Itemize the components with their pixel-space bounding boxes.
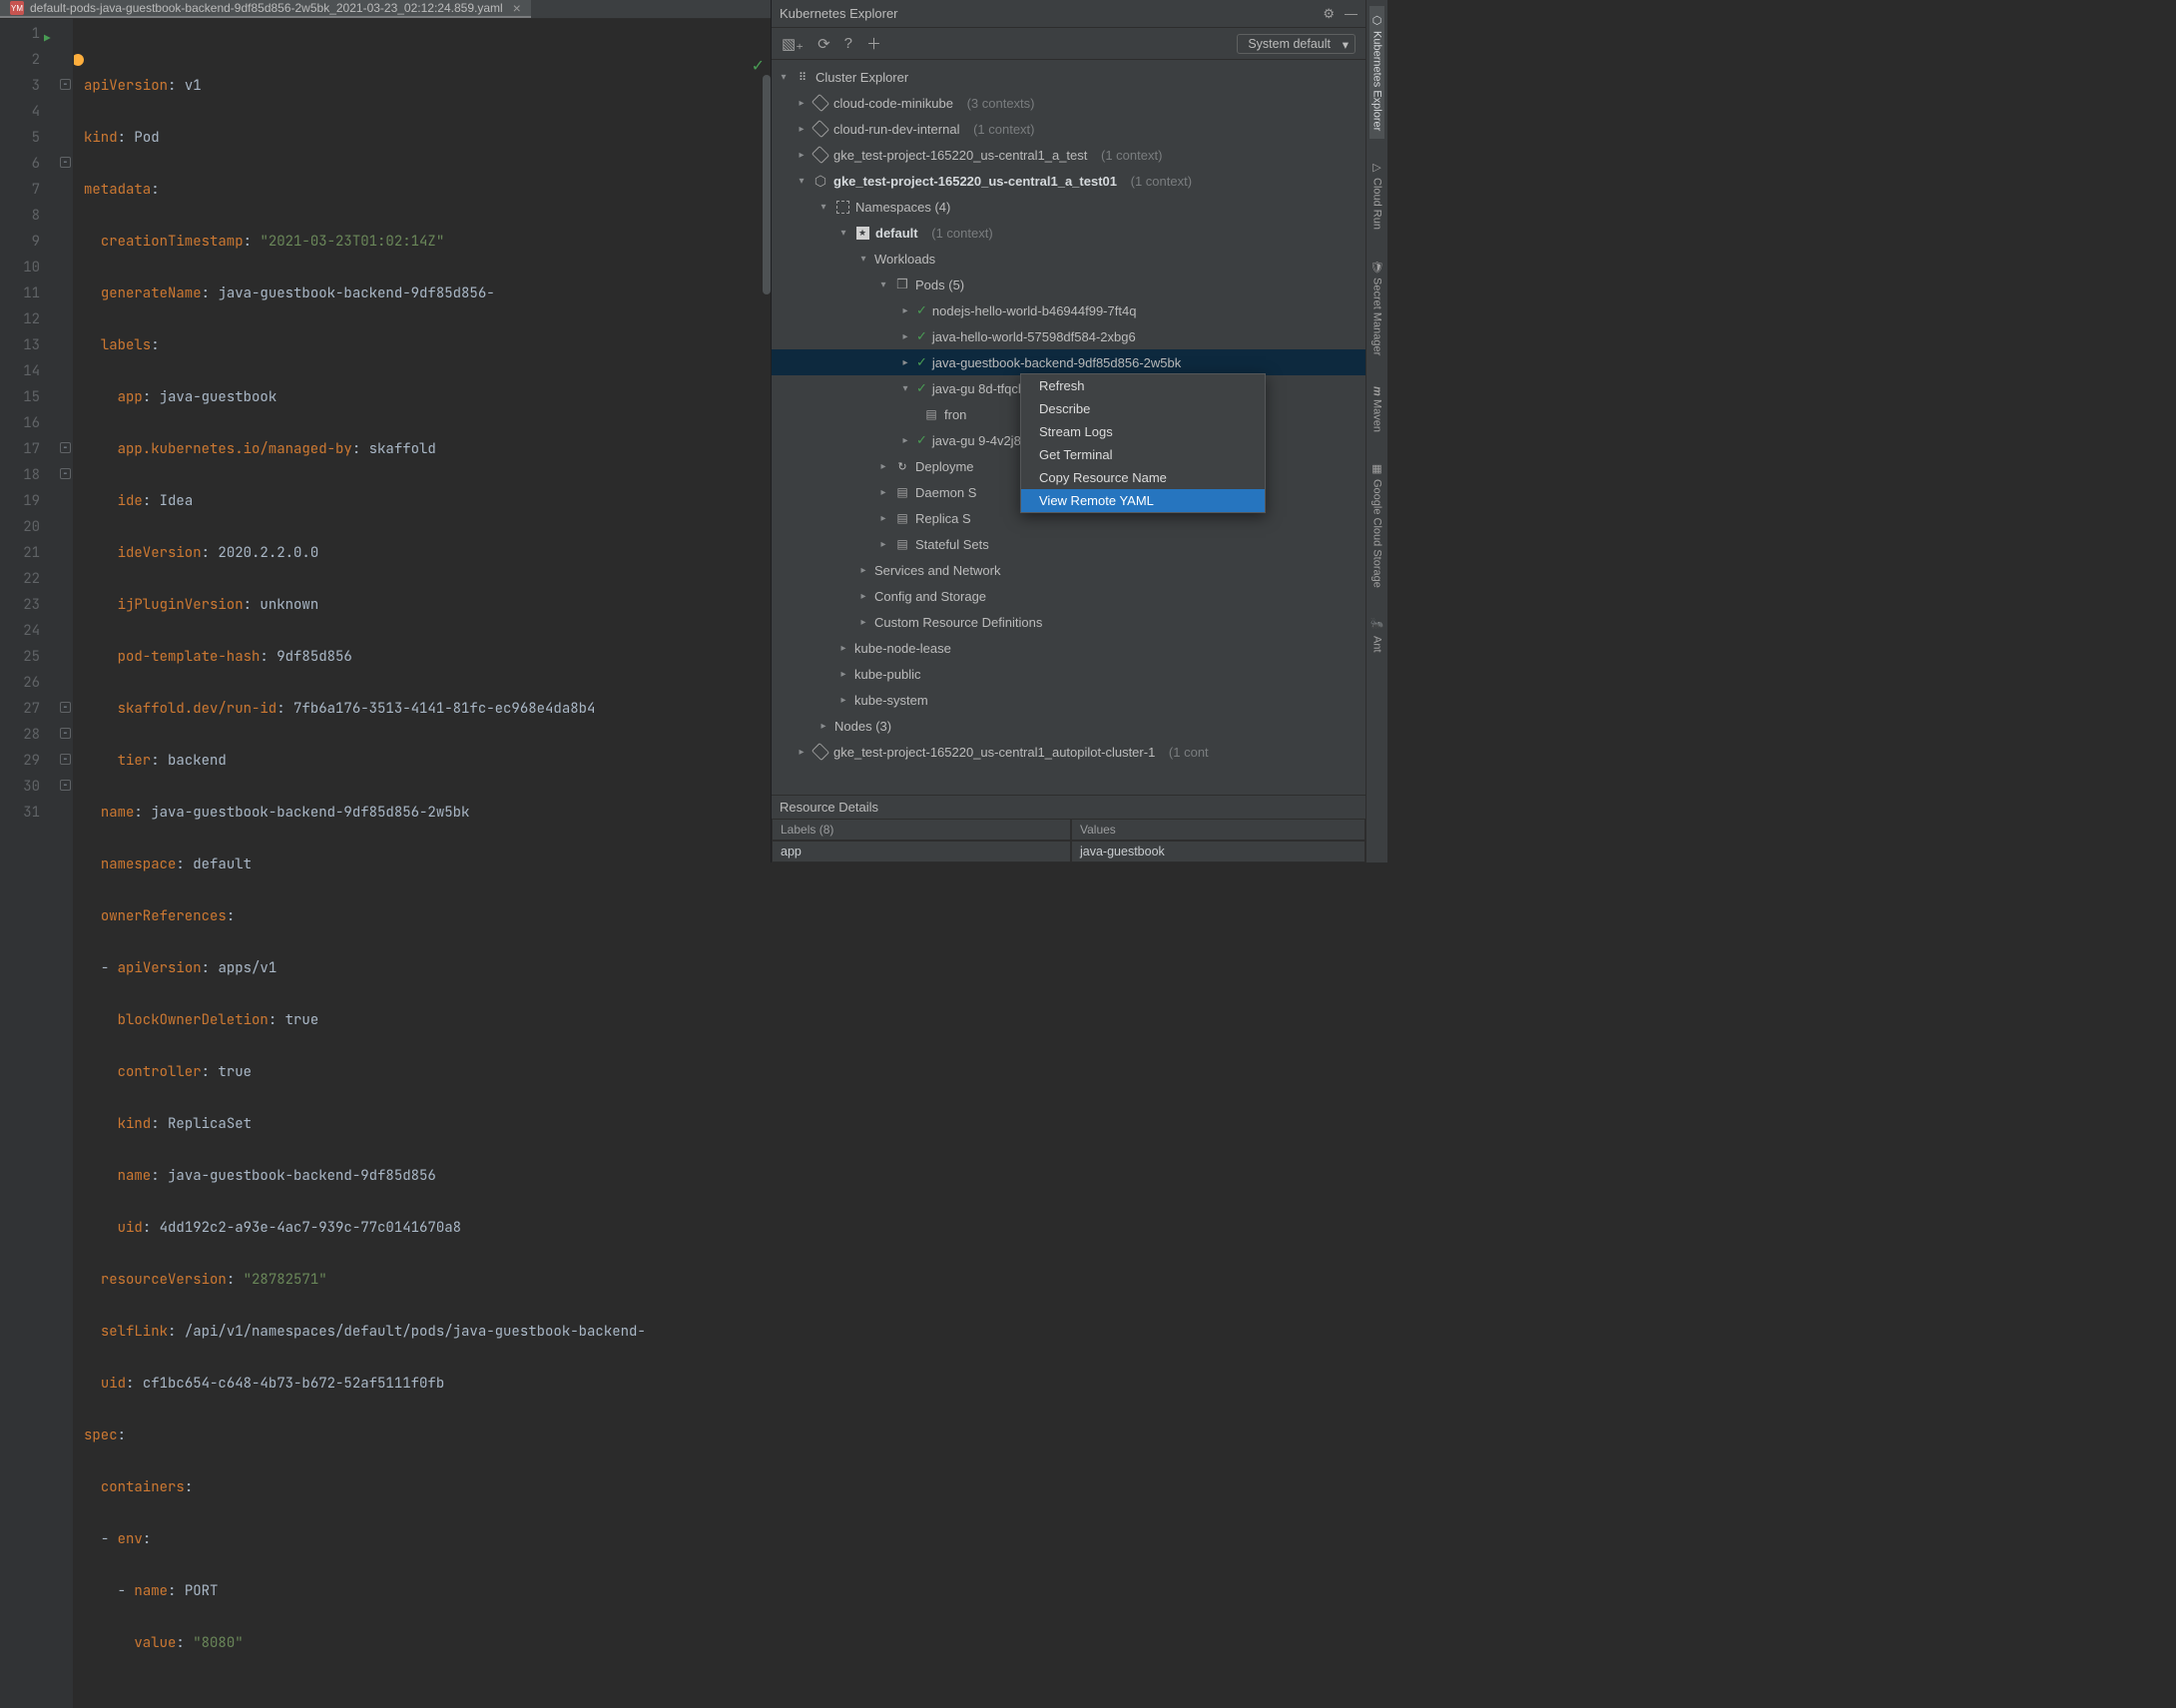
plus-icon[interactable]: ＋	[866, 33, 881, 54]
labels-header: Labels (8)	[772, 819, 1071, 841]
ctx-stream-logs[interactable]: Stream Logs	[1021, 420, 1265, 443]
cluster-item[interactable]: ▸ gke_test-project-165220_us-central1_a_…	[772, 142, 1365, 168]
minimize-icon[interactable]: —	[1345, 6, 1358, 22]
ctx-copy-name[interactable]: Copy Resource Name	[1021, 466, 1265, 489]
tool-window-strip: ⬡Kubernetes Explorer ▷Cloud Run 🛡Secret …	[1365, 0, 1387, 862]
fold-toggle[interactable]: −	[60, 442, 71, 453]
services-item[interactable]: ▸Services and Network	[772, 557, 1365, 583]
fold-toggle[interactable]: −	[60, 79, 71, 90]
workloads-item[interactable]: ▾Workloads	[772, 246, 1365, 272]
gear-icon	[813, 173, 828, 189]
context-menu: Refresh Describe Stream Logs Get Termina…	[1020, 373, 1266, 513]
namespaces-item[interactable]: ▾ Namespaces (4)	[772, 194, 1365, 220]
pod-item[interactable]: ▸✓nodejs-hello-world-b46944f99-7ft4q	[772, 297, 1365, 323]
run-gutter-icon[interactable]: ▶	[44, 26, 51, 52]
explorer-toolbar: ▧₊ ⟳ ? ＋ System default	[772, 28, 1365, 60]
namespace-item[interactable]: ▸kube-node-lease	[772, 635, 1365, 661]
check-icon: ✓	[916, 302, 927, 318]
ctx-view-yaml[interactable]: View Remote YAML	[1021, 489, 1265, 512]
resource-details: Resource Details Labels (8) Values app j…	[772, 795, 1365, 862]
help-icon[interactable]: ?	[844, 35, 852, 52]
toolstrip-kubernetes[interactable]: ⬡Kubernetes Explorer	[1369, 6, 1384, 139]
config-storage-item[interactable]: ▸Config and Storage	[772, 583, 1365, 609]
crd-item[interactable]: ▸Custom Resource Definitions	[772, 609, 1365, 635]
fold-column: − − − − − − − −	[58, 19, 74, 1708]
fold-toggle[interactable]: −	[60, 468, 71, 479]
toolstrip-secretmanager[interactable]: 🛡Secret Manager	[1369, 252, 1384, 363]
label-cell: app	[772, 841, 1071, 862]
context-dropdown[interactable]: System default	[1237, 34, 1356, 54]
tab-filename: default-pods-java-guestbook-backend-9df8…	[30, 1, 503, 15]
gear-icon[interactable]: ⚙	[1323, 6, 1335, 22]
cube-icon	[894, 277, 910, 292]
namespace-default[interactable]: ▾★ default (1 context)	[772, 220, 1365, 246]
pod-item-selected[interactable]: ▸✓java-guestbook-backend-9df85d856-2w5bk	[772, 349, 1365, 375]
ctx-get-terminal[interactable]: Get Terminal	[1021, 443, 1265, 466]
pods-group[interactable]: ▾ Pods (5)	[772, 272, 1365, 297]
editor-tabbar: YM default-pods-java-guestbook-backend-9…	[0, 0, 771, 19]
fold-toggle[interactable]: −	[60, 728, 71, 739]
namespace-item[interactable]: ▸kube-system	[772, 687, 1365, 713]
cluster-item[interactable]: ▸ cloud-run-dev-internal (1 context)	[772, 116, 1365, 142]
fold-toggle[interactable]: −	[60, 157, 71, 168]
check-icon: ✓	[916, 354, 927, 370]
toolstrip-cloudrun[interactable]: ▷Cloud Run	[1369, 153, 1384, 238]
code-area[interactable]: apiVersion: v1 kind: Pod metadata: creat…	[74, 19, 771, 1708]
editor-tab[interactable]: YM default-pods-java-guestbook-backend-9…	[0, 0, 531, 18]
check-icon: ✓	[916, 328, 927, 344]
yaml-file-icon: YM	[10, 1, 24, 15]
cluster-item[interactable]: ▸ gke_test-project-165220_us-central1_au…	[772, 739, 1365, 765]
values-header: Values	[1071, 819, 1365, 841]
value-cell: java-guestbook	[1071, 841, 1365, 862]
statefulsets-item[interactable]: ▸Stateful Sets	[772, 531, 1365, 557]
fold-toggle[interactable]: −	[60, 780, 71, 791]
explorer-title: Kubernetes Explorer	[780, 6, 898, 21]
cluster-item[interactable]: ▸ cloud-code-minikube (3 contexts)	[772, 90, 1365, 116]
add-context-icon[interactable]: ▧₊	[782, 35, 804, 53]
ctx-describe[interactable]: Describe	[1021, 397, 1265, 420]
editor-gutter: ▶ 12345678910111213141516171819202122232…	[0, 19, 58, 1708]
nodes-item[interactable]: ▸Nodes (3)	[772, 713, 1365, 739]
check-icon: ✓	[916, 380, 927, 396]
namespace-item[interactable]: ▸kube-public	[772, 661, 1365, 687]
tree-root[interactable]: ▾⠿Cluster Explorer	[772, 64, 1365, 90]
explorer-header: Kubernetes Explorer ⚙ —	[772, 0, 1365, 28]
toolstrip-ant[interactable]: 🐜Ant	[1369, 610, 1384, 660]
container-icon	[923, 406, 939, 422]
toolstrip-gcs[interactable]: ▦Google Cloud Storage	[1369, 454, 1384, 596]
details-title: Resource Details	[772, 796, 1365, 819]
breakpoint-icon[interactable]	[74, 54, 84, 66]
check-icon: ✓	[916, 432, 927, 448]
toolstrip-maven[interactable]: mMaven	[1370, 378, 1384, 441]
fold-toggle[interactable]: −	[60, 754, 71, 765]
ctx-refresh[interactable]: Refresh	[1021, 374, 1265, 397]
close-icon[interactable]: ×	[513, 0, 521, 16]
refresh-icon[interactable]: ⟳	[817, 35, 830, 53]
cluster-item-active[interactable]: ▾ gke_test-project-165220_us-central1_a_…	[772, 168, 1365, 194]
fold-toggle[interactable]: −	[60, 702, 71, 713]
pod-item[interactable]: ▸✓java-hello-world-57598df584-2xbg6	[772, 323, 1365, 349]
